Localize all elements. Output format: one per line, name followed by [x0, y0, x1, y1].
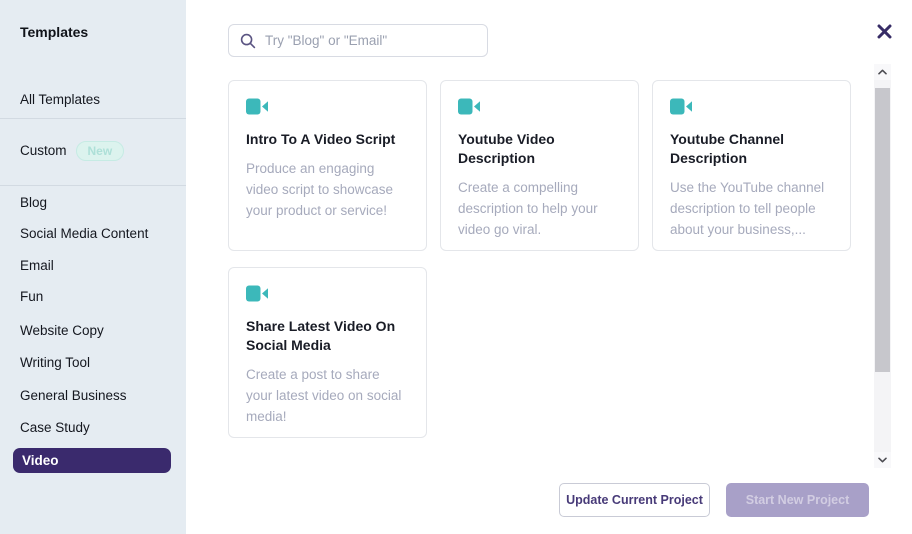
close-button[interactable]	[872, 19, 896, 43]
video-camera-icon	[670, 98, 833, 120]
sidebar-item-writing-tool[interactable]: Writing Tool	[20, 353, 90, 373]
template-description: Create a post to share your latest video…	[246, 364, 409, 427]
video-camera-icon	[458, 98, 621, 120]
template-card-intro-to-a-video-script[interactable]: Intro To A Video Script Produce an engag…	[228, 80, 427, 251]
video-camera-icon	[246, 285, 409, 307]
template-card-share-latest-video[interactable]: Share Latest Video On Social Media Creat…	[228, 267, 427, 438]
sidebar-item-general-business[interactable]: General Business	[20, 386, 127, 406]
sidebar-item-label: Email	[20, 256, 54, 276]
sidebar-item-all-templates[interactable]: All Templates	[20, 90, 100, 110]
sidebar-item-label: Video	[22, 451, 59, 471]
update-current-project-button[interactable]: Update Current Project	[559, 483, 710, 517]
sidebar-divider	[0, 118, 186, 119]
sidebar-title: Templates	[20, 24, 88, 40]
templates-modal: Templates All Templates Custom New Blog …	[0, 0, 912, 534]
template-description: Use the YouTube channel description to t…	[670, 177, 833, 240]
sidebar: Templates All Templates Custom New Blog …	[0, 0, 186, 534]
new-badge: New	[76, 141, 125, 161]
search-input[interactable]	[265, 33, 476, 48]
scrollbar-thumb[interactable]	[875, 88, 890, 372]
template-card-youtube-video-description[interactable]: Youtube Video Description Create a compe…	[440, 80, 639, 251]
sidebar-item-social-media-content[interactable]: Social Media Content	[20, 224, 148, 244]
scroll-down-arrow-icon[interactable]	[874, 452, 891, 468]
sidebar-item-label: Social Media Content	[20, 224, 148, 244]
sidebar-item-website-copy[interactable]: Website Copy	[20, 321, 104, 341]
sidebar-item-video-selected[interactable]: Video	[13, 448, 171, 473]
sidebar-item-label: Case Study	[20, 418, 90, 438]
template-card-youtube-channel-description[interactable]: Youtube Channel Description Use the YouT…	[652, 80, 851, 251]
sidebar-item-label: Blog	[20, 193, 47, 213]
sidebar-item-case-study[interactable]: Case Study	[20, 418, 90, 438]
sidebar-item-label: General Business	[20, 386, 127, 406]
sidebar-divider	[0, 185, 186, 186]
sidebar-item-label: Writing Tool	[20, 353, 90, 373]
vertical-scrollbar[interactable]	[874, 64, 891, 468]
template-title: Youtube Channel Description	[670, 130, 833, 168]
sidebar-item-fun[interactable]: Fun	[20, 287, 43, 307]
search-box	[228, 24, 488, 57]
scroll-up-arrow-icon[interactable]	[874, 64, 891, 80]
template-title: Youtube Video Description	[458, 130, 621, 168]
template-description: Create a compelling description to help …	[458, 177, 621, 240]
template-description: Produce an engaging video script to show…	[246, 158, 409, 221]
sidebar-item-label: Website Copy	[20, 321, 104, 341]
close-icon	[877, 24, 892, 39]
sidebar-item-label: All Templates	[20, 90, 100, 110]
start-new-project-button[interactable]: Start New Project	[726, 483, 869, 517]
sidebar-item-email[interactable]: Email	[20, 256, 54, 276]
search-icon	[240, 33, 256, 49]
sidebar-item-custom[interactable]: Custom New	[20, 141, 124, 161]
template-title: Share Latest Video On Social Media	[246, 317, 409, 355]
sidebar-item-label: Custom	[20, 141, 67, 161]
sidebar-item-blog[interactable]: Blog	[20, 193, 47, 213]
sidebar-item-label: Fun	[20, 287, 43, 307]
video-camera-icon	[246, 98, 409, 120]
template-title: Intro To A Video Script	[246, 130, 409, 149]
